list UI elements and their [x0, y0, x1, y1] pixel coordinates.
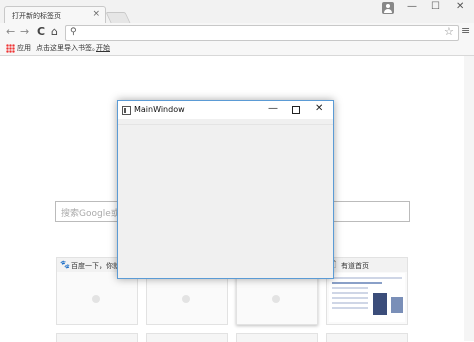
thumbnail-image: [373, 293, 387, 315]
most-visited-tile[interactable]: 🗋 有道首页: [326, 257, 408, 325]
tile-label: 百度一下，你就: [71, 262, 120, 270]
tile-placeholder-dot: [272, 295, 280, 303]
thumbnail-line: [332, 292, 368, 294]
minimize-icon[interactable]: —: [407, 2, 417, 12]
main-window-minimize-icon[interactable]: —: [268, 104, 278, 114]
tile-placeholder-dot: [92, 295, 100, 303]
forward-icon[interactable]: →: [20, 26, 29, 37]
maximize-icon[interactable]: ☐: [431, 2, 440, 12]
thumbnail-line: [332, 282, 382, 284]
main-window-title: MainWindow: [134, 105, 185, 114]
home-icon[interactable]: ⌂: [51, 26, 58, 37]
main-window[interactable]: MainWindow — ✕: [117, 100, 334, 279]
thumbnail-line: [332, 287, 368, 289]
thumbnail-line: [332, 277, 402, 279]
bookmark-star-icon[interactable]: ☆: [444, 26, 454, 37]
address-bar[interactable]: ⚲: [65, 25, 459, 41]
window-app-icon: [122, 106, 131, 115]
main-window-maximize-icon[interactable]: [292, 106, 300, 114]
thumbnail-image: [391, 297, 403, 313]
page-scrollbar[interactable]: [464, 56, 474, 341]
thumbnail-line: [332, 307, 368, 309]
main-window-menubar: [118, 119, 333, 125]
reload-icon[interactable]: C: [37, 26, 45, 37]
import-bookmarks-hint: 点击这里导入书签。: [36, 44, 99, 52]
thumbnail-line: [332, 302, 368, 304]
menu-icon[interactable]: ≡: [461, 25, 470, 36]
main-window-titlebar[interactable]: MainWindow — ✕: [118, 101, 333, 119]
ntp-search-placeholder: 搜索Google或: [61, 209, 120, 219]
tab-title: 打开新的标签页: [12, 12, 61, 20]
search-icon: ⚲: [70, 27, 77, 37]
import-start-link[interactable]: 开始: [96, 43, 110, 53]
main-window-close-icon[interactable]: ✕: [315, 104, 323, 114]
tile-label: 有道首页: [341, 262, 369, 270]
tile-placeholder-dot: [182, 295, 190, 303]
baidu-paw-icon: 🐾: [60, 260, 70, 269]
site-thumbnail: [329, 273, 405, 322]
close-icon[interactable]: ✕: [456, 2, 464, 12]
user-icon[interactable]: [382, 2, 394, 14]
tile-header: 🗋 有道首页: [327, 258, 407, 272]
tab-close-icon[interactable]: ×: [92, 9, 100, 19]
apps-grid-icon[interactable]: [6, 44, 15, 53]
thumbnail-line: [332, 297, 368, 299]
apps-link[interactable]: 应用: [17, 43, 31, 53]
back-icon[interactable]: ←: [6, 26, 15, 37]
